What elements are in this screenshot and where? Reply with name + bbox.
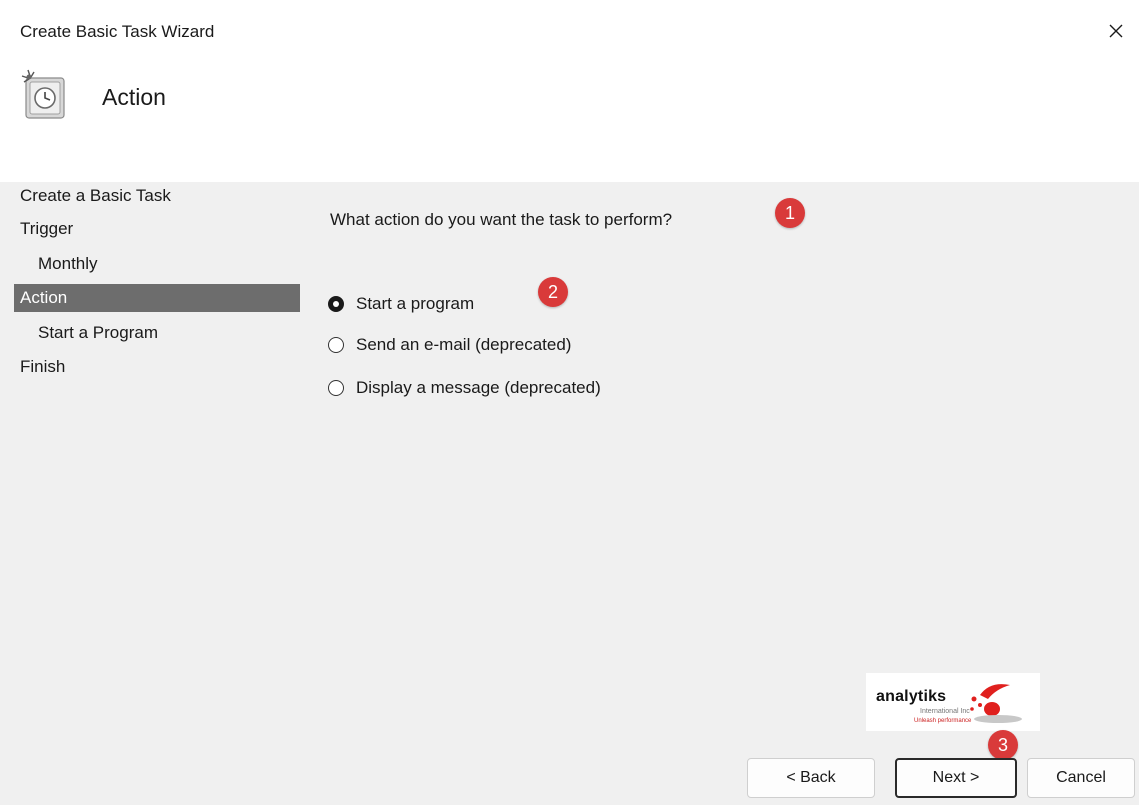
- wizard-steps-nav: Create a Basic Task Trigger Monthly Acti…: [0, 182, 300, 742]
- step-start-a-program[interactable]: Start a Program: [14, 319, 300, 347]
- option-label: Start a program: [356, 294, 475, 313]
- radio-display-message[interactable]: [328, 380, 344, 396]
- cancel-button[interactable]: Cancel: [1027, 758, 1135, 798]
- annotation-badge-2: 2: [538, 277, 568, 307]
- wizard-header: Action: [0, 62, 1139, 182]
- title-bar: Create Basic Task Wizard: [0, 0, 1139, 62]
- step-trigger[interactable]: Trigger: [14, 215, 300, 243]
- radio-send-email[interactable]: [328, 337, 344, 353]
- radio-start-program[interactable]: [328, 296, 344, 312]
- option-label: Send an e-mail (deprecated): [356, 335, 572, 354]
- scheduled-task-icon: [21, 69, 65, 119]
- back-button[interactable]: < Back: [747, 758, 875, 798]
- action-question: What action do you want the task to perf…: [330, 210, 673, 229]
- wizard-window: Create Basic Task Wizard Action Create a…: [0, 0, 1139, 805]
- logo-tagline: Unleash performance: [914, 718, 972, 724]
- logo-mark-icon: [970, 684, 1022, 723]
- step-monthly[interactable]: Monthly: [14, 250, 300, 278]
- page-title: Action: [102, 84, 166, 110]
- wizard-content: What action do you want the task to perf…: [300, 182, 1139, 742]
- step-action[interactable]: Action: [14, 284, 300, 312]
- close-icon: [1109, 24, 1123, 38]
- annotation-badge-3: 3: [988, 730, 1018, 760]
- logo-subtitle: International Inc: [920, 708, 970, 715]
- option-label: Display a message (deprecated): [356, 378, 601, 397]
- close-button[interactable]: [1101, 14, 1131, 48]
- step-finish[interactable]: Finish: [14, 353, 300, 381]
- next-button[interactable]: Next >: [895, 758, 1017, 798]
- option-display-message[interactable]: Display a message (deprecated): [328, 375, 601, 401]
- analytiks-logo: analytiks International Inc Unleash perf…: [866, 673, 1040, 731]
- window-title: Create Basic Task Wizard: [20, 22, 215, 41]
- option-send-email[interactable]: Send an e-mail (deprecated): [328, 332, 571, 358]
- annotation-badge-1: 1: [775, 198, 805, 228]
- option-start-program[interactable]: Start a program: [328, 291, 474, 317]
- logo-name: analytiks: [876, 688, 947, 705]
- step-create-basic-task[interactable]: Create a Basic Task: [14, 182, 300, 210]
